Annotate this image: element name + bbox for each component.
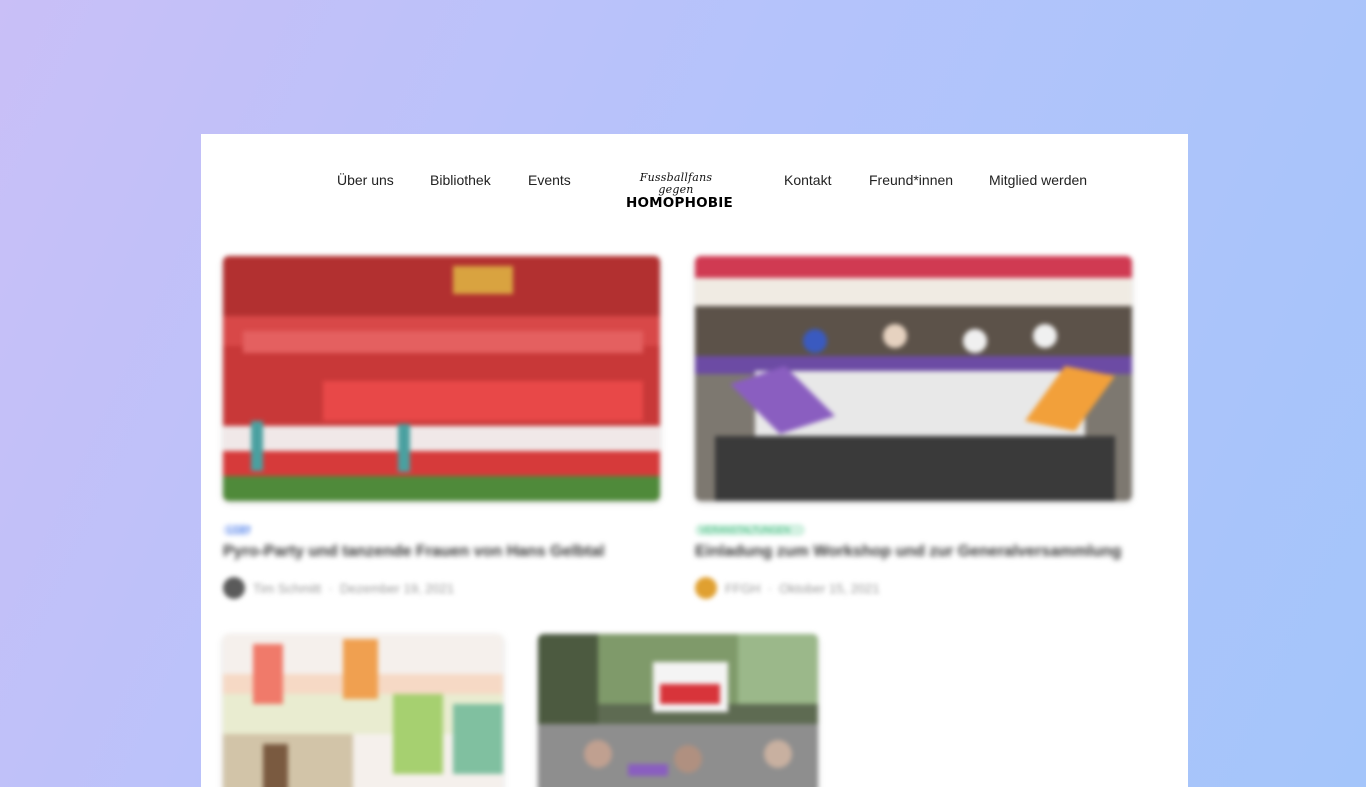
logo-line-1: Fussballfans gegen [639,171,713,196]
author-avatar [695,577,717,599]
author-avatar [223,577,245,599]
post-category-badge[interactable]: VERANSTALTUNGEN [695,524,805,536]
post-image-parade[interactable] [538,634,818,787]
post-title[interactable]: Pyro-Party und tanzende Frauen von Hans … [223,543,604,561]
post-card[interactable]: VERANSTALTUNGEN Einladung zum Workshop u… [695,256,1132,601]
main-nav: Über uns Bibliothek Events Fussballfans … [201,134,1188,226]
post-card[interactable] [223,634,503,787]
post-date: Dezember 19, 2021 [339,581,455,596]
nav-events[interactable]: Events [528,172,571,188]
post-author-date: FFGH · Oktober 15, 2021 [725,581,880,596]
logo-line-2: HOMOPHOBIE [626,195,733,211]
post-image-rainbow[interactable] [223,634,503,787]
post-author-date: Tim Schmitt · Dezember 19, 2021 [253,581,455,596]
post-author: FFGH [725,581,761,596]
post-title[interactable]: Einladung zum Workshop und zur Generalve… [695,543,1121,561]
post-meta: Tim Schmitt · Dezember 19, 2021 [223,577,523,599]
post-author: Tim Schmitt [253,581,322,596]
nav-mitglied-werden[interactable]: Mitglied werden [989,172,1087,188]
nav-freundinnen[interactable]: Freund*innen [869,172,953,188]
post-category-label: LGBT [228,525,252,535]
post-card[interactable] [538,634,818,787]
nav-kontakt[interactable]: Kontakt [784,172,831,188]
post-image-banner[interactable] [695,256,1132,501]
post-card[interactable]: LGBT Pyro-Party und tanzende Frauen von … [223,256,660,601]
post-category-label: VERANSTALTUNGEN [700,525,791,535]
nav-ueber-uns[interactable]: Über uns [337,172,394,188]
post-image-stadium[interactable] [223,256,660,501]
site-logo[interactable]: Fussballfans gegen HOMOPHOBIE [626,171,733,211]
website-frame: Über uns Bibliothek Events Fussballfans … [201,134,1188,787]
nav-bibliothek[interactable]: Bibliothek [430,172,491,188]
post-date: Oktober 15, 2021 [779,581,880,596]
post-category-badge[interactable]: LGBT [223,524,252,536]
post-meta: FFGH · Oktober 15, 2021 [695,577,995,599]
